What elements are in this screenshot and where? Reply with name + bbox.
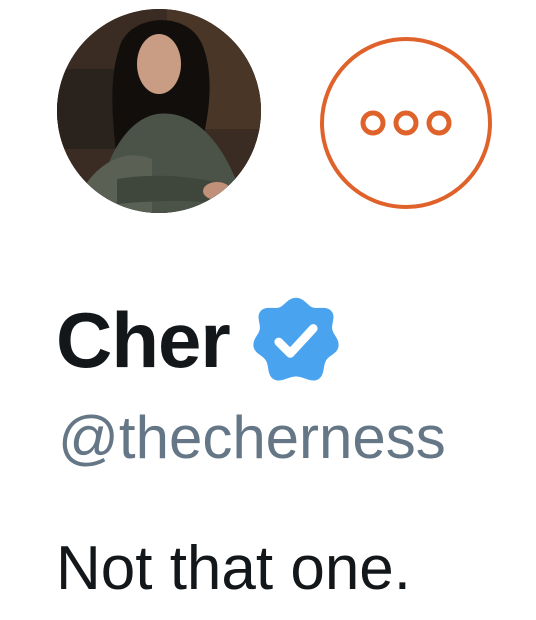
profile-name-row: Cher — [56, 290, 344, 390]
avatar-photo — [57, 9, 261, 213]
verified-badge-icon — [253, 297, 339, 381]
profile-bio: Not that one. — [56, 534, 412, 603]
profile-handle: @thecherness — [58, 404, 446, 471]
avatar[interactable] — [57, 9, 261, 213]
display-name: Cher — [56, 296, 231, 384]
more-options-icon — [360, 110, 452, 136]
more-options-button[interactable] — [320, 37, 492, 209]
